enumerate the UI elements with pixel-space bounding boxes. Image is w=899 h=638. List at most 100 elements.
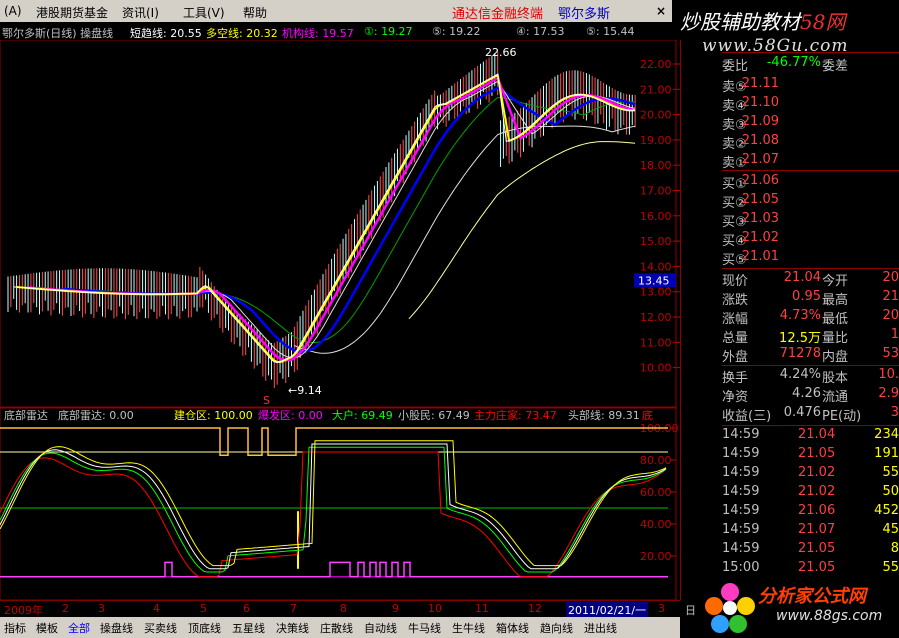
tab-14[interactable]: 进出线 <box>584 620 617 636</box>
price-tick-label: 14.00 <box>640 260 672 273</box>
buy-level-5: 买⑤ 21.01 <box>722 249 899 268</box>
tab-11[interactable]: 生牛线 <box>452 620 485 636</box>
quote-row-4-value: 71278 <box>779 346 821 361</box>
quote-row-2: 涨幅 4.73% 最低 20 <box>722 308 899 327</box>
date-tick: 10 <box>428 602 442 615</box>
tick-row: 14:59 21.06 452 <box>722 503 899 521</box>
tick-volume: 55 <box>882 560 899 575</box>
sell-level-2: 卖② 21.08 <box>722 133 899 152</box>
quote-row-2-value2: 20 <box>882 308 899 323</box>
buy-level-3-value: 21.03 <box>741 211 779 226</box>
fin-row-0-label: 换手 <box>722 371 749 386</box>
quote-row-1: 涨跌 0.95 最高 21 <box>722 289 899 308</box>
buy-level-5-value: 21.01 <box>741 249 779 264</box>
tick-volume: 452 <box>874 503 899 518</box>
date-axis-bar: 2009年 2 3 4 5 6 7 8 9 10 11 12 2011/02/21/一 3 日 <box>0 600 696 618</box>
quote-row-4: 外盘 71278 内盘 53 <box>722 346 899 365</box>
tab-8[interactable]: 庄散线 <box>320 620 353 636</box>
quote-row-4-label: 外盘 <box>722 350 749 365</box>
burst-zone-line <box>0 561 668 578</box>
close-icon[interactable]: × <box>656 4 666 18</box>
tick-volume: 8 <box>890 541 899 556</box>
tick-row: 15:00 21.05 55 <box>722 560 899 578</box>
big-holder-line <box>0 446 667 573</box>
tab-1[interactable]: 模板 <box>36 620 58 636</box>
price-tick-label: 13.00 <box>640 286 672 299</box>
fin-row-0: 换手 4.24% 股本 10. <box>722 367 899 386</box>
tab-10[interactable]: 牛马线 <box>408 620 441 636</box>
menu-item-2[interactable]: 资讯(I) <box>122 4 159 21</box>
quote-row-2-label: 涨幅 <box>722 312 749 327</box>
tick-row: 14:59 21.02 50 <box>722 484 899 502</box>
quote-row-3-label2: 量比 <box>822 331 849 346</box>
sell-level-3-value: 21.09 <box>741 114 779 129</box>
buy-level-4-value: 21.02 <box>741 230 779 245</box>
site-logo-url: www.88gs.com <box>776 608 883 624</box>
quote-row-1-label: 涨跌 <box>722 293 749 308</box>
ma4-value: ⑤: 15.44 <box>586 25 635 38</box>
long-short-value: 多空线: 20.32 <box>206 27 278 40</box>
quote-row-0-label2: 今开 <box>822 274 849 289</box>
price-tick-label: 16.00 <box>640 210 672 223</box>
fin-row-1-label2: 流通 <box>822 390 849 405</box>
quote-row-2-value: 4.73% <box>779 308 821 323</box>
cursor-date: 2011/02/21/一 <box>566 602 649 618</box>
buy-level-4: 买④ 21.02 <box>722 230 899 249</box>
tick-volume: 45 <box>882 522 899 537</box>
tab-5[interactable]: 顶底线 <box>188 620 221 636</box>
watermark-brand: 58网 <box>800 10 846 34</box>
tab-13[interactable]: 趋向线 <box>540 620 573 636</box>
sub-tick-label: 60.00 <box>640 486 672 499</box>
fin-row-2-value: 0.476 <box>783 405 821 420</box>
date-tick: 2009年 <box>4 604 43 617</box>
tab-3[interactable]: 操盘线 <box>100 620 133 636</box>
weibi: 委比 -46.77% 委差 <box>722 55 899 74</box>
quote-row-3-label: 总量 <box>722 331 749 346</box>
menu-item-4[interactable]: 帮助 <box>243 4 267 21</box>
menu-item-3[interactable]: 工具(V) <box>183 4 225 21</box>
price-tick-label: 10.00 <box>640 362 672 375</box>
ma3-value: ④: 17.53 <box>516 25 565 38</box>
menu-item-1[interactable]: 港股期货基金 <box>36 4 108 21</box>
weibi-value: -46.77% <box>766 55 821 70</box>
fin-row-1-label: 净资 <box>722 390 749 405</box>
sub-header-2: 建仓区: 100.00 <box>174 408 253 422</box>
sell-level-1-value: 21.07 <box>741 152 779 167</box>
quote-row-3-value: 12.5万 <box>779 331 821 346</box>
date-tick: 8 <box>340 602 347 615</box>
price-tick-label: 21.00 <box>640 83 672 96</box>
tab-0[interactable]: 指标 <box>4 620 26 636</box>
tab-9[interactable]: 自动线 <box>364 620 397 636</box>
quote-row-1-value: 0.95 <box>792 289 821 304</box>
tab-12[interactable]: 箱体线 <box>496 620 529 636</box>
sell-level-5-value: 21.11 <box>741 76 779 91</box>
institution-line <box>27 76 636 362</box>
tab-7[interactable]: 决策线 <box>276 620 309 636</box>
sell-level-4: 卖④ 21.10 <box>722 95 899 114</box>
site-logo-text: 分析家公式网 <box>758 586 866 607</box>
high-price-label: 22.66 <box>485 46 517 59</box>
date-tick: 3 <box>658 602 665 615</box>
sub-tick-label: 20.00 <box>640 550 672 563</box>
tab-6[interactable]: 五星线 <box>232 620 265 636</box>
kline-chart[interactable]: 22.00 21.00 20.00 19.00 18.00 17.00 16.00 15.00… <box>0 40 680 600</box>
tab-4[interactable]: 买卖线 <box>144 620 177 636</box>
indicator-info-bar: 鄂尔多斯(日线) 操盘线 短趋线: 20.55 多空线: 20.32 机构线: … <box>0 22 680 40</box>
sub-header-6: 主力庄家: 73.47 <box>474 408 557 422</box>
tick-time: 15:00 <box>722 560 760 575</box>
fin-row-0-value2: 10. <box>878 367 899 382</box>
tick-price: 21.02 <box>798 484 836 499</box>
ma2-value: ⑤: 19.22 <box>432 25 481 38</box>
fin-row-0-label2: 股本 <box>822 371 849 386</box>
quote-row-0-label: 现价 <box>722 274 749 289</box>
quote-row-1-value2: 21 <box>882 289 899 304</box>
site-logo: 分析家公式网 www.88gs.com <box>700 578 899 638</box>
tick-row: 14:59 21.02 55 <box>722 465 899 483</box>
sell-level-5: 卖⑤ 21.11 <box>722 76 899 95</box>
sub-header-0: 底部雷达 <box>4 408 48 422</box>
tab-2[interactable]: 全部 <box>68 620 90 636</box>
tick-time: 14:59 <box>722 503 760 518</box>
price-tick-label: 11.00 <box>640 336 672 349</box>
tick-time: 14:59 <box>722 541 760 556</box>
menu-item-0[interactable]: (A) <box>4 4 22 18</box>
